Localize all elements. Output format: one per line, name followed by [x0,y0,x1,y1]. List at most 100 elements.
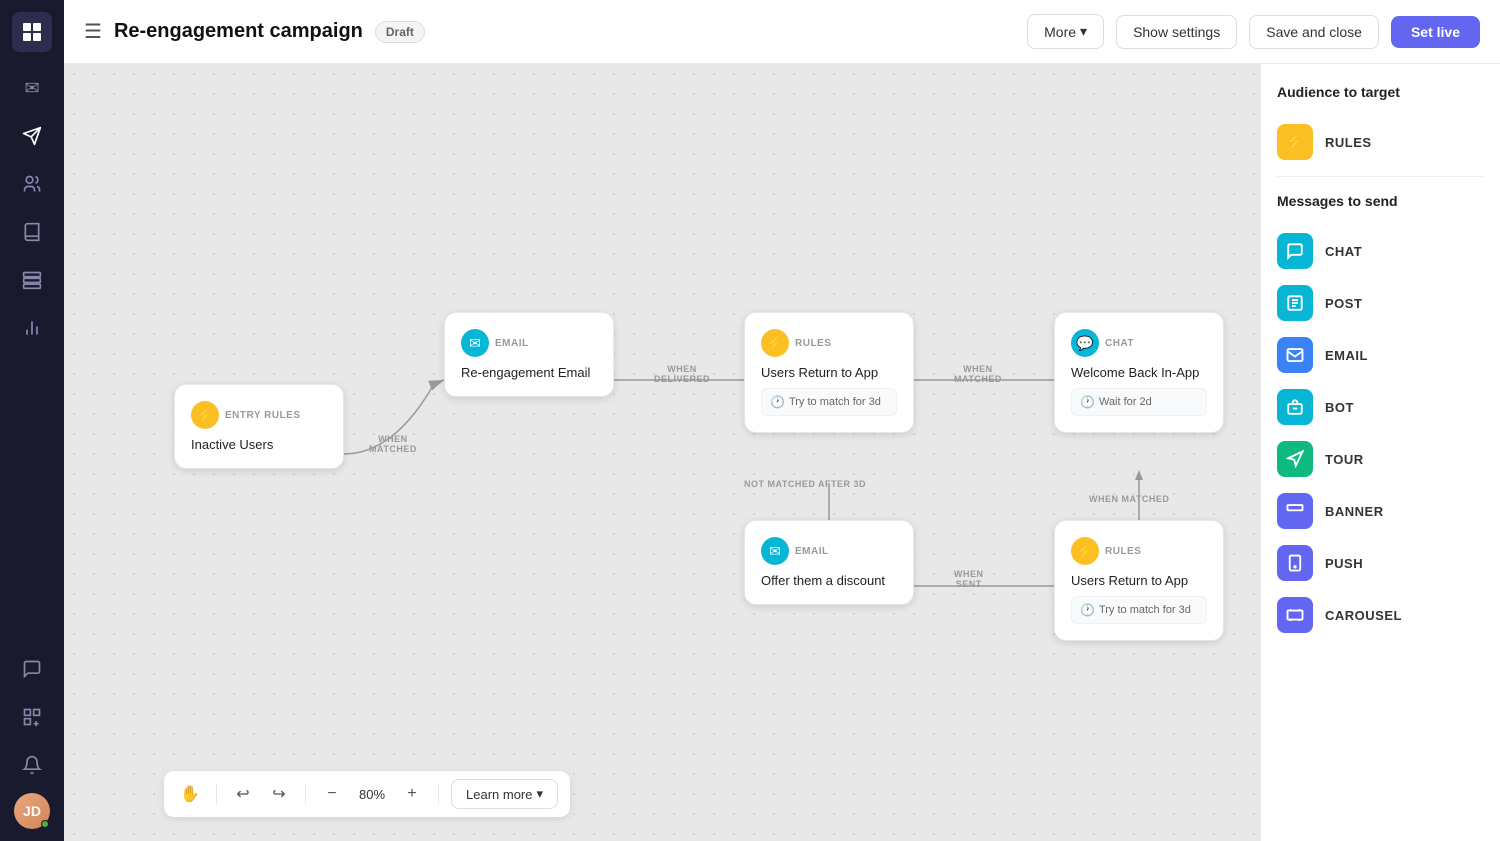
sidebar-bell-icon[interactable] [12,745,52,785]
rules1-icon: ⚡ [761,329,789,357]
chevron-down-icon-2: ▾ [536,786,543,802]
rules2-label: Users Return to App [1071,573,1207,588]
panel-chat-item[interactable]: CHAT [1277,225,1484,277]
chat-type-label: CHAT [1105,338,1134,349]
conn-when-matched-2: WHENMATCHED [954,364,1002,384]
panel-chat-icon [1277,233,1313,269]
node-entry-rules[interactable]: ⚡ ENTRY RULES Inactive Users [174,384,344,469]
user-avatar[interactable]: JD [14,793,50,829]
right-panel: Audience to target ⚡ RULES Messages to s… [1260,64,1500,841]
sidebar-grid-plus-icon[interactable] [12,697,52,737]
clock-icon-1: 🕐 [770,395,785,409]
panel-carousel-icon [1277,597,1313,633]
rules2-type-label: RULES [1105,546,1141,557]
email2-label: Offer them a discount [761,573,897,588]
node-entry-header: ⚡ ENTRY RULES [191,401,327,429]
page-title: Re-engagement campaign [114,20,363,43]
more-button[interactable]: More ▾ [1027,14,1104,49]
panel-bot-icon [1277,389,1313,425]
node-rules1[interactable]: ⚡ RULES Users Return to App 🕐 Try to mat… [744,312,914,433]
conn-when-sent: WHENSENT [954,569,984,589]
entry-icon: ⚡ [191,401,219,429]
chat-sub: 🕐 Wait for 2d [1071,388,1207,416]
node-email2[interactable]: ✉ EMAIL Offer them a discount [744,520,914,605]
sidebar-send-icon[interactable] [12,116,52,156]
messages-title: Messages to send [1277,193,1484,209]
zoom-level: 80% [354,787,390,802]
canvas-container: WHENMATCHED WHENDELIVERED WHENMATCHED NO… [64,64,1500,841]
panel-push-item[interactable]: PUSH [1277,537,1484,589]
sidebar-users-icon[interactable] [12,164,52,204]
chat-label: Welcome Back In-App [1071,365,1207,380]
chat-icon: 💬 [1071,329,1099,357]
zoom-controls: ✋ ↩ ↪ − 80% + Learn more ▾ [164,771,570,817]
conn-not-matched: NOT MATCHED AFTER 3D [744,479,866,489]
redo-button[interactable]: ↪ [265,780,293,808]
set-live-button[interactable]: Set live [1391,16,1480,48]
panel-rules-item[interactable]: ⚡ RULES [1277,116,1484,168]
sidebar-mail-icon[interactable]: ✉ [12,68,52,108]
node-rules2-header: ⚡ RULES [1071,537,1207,565]
panel-post-icon [1277,285,1313,321]
node-email1[interactable]: ✉ EMAIL Re-engagement Email [444,312,614,397]
show-settings-button[interactable]: Show settings [1116,15,1237,49]
email1-icon: ✉ [461,329,489,357]
node-rules1-header: ⚡ RULES [761,329,897,357]
app-logo[interactable] [12,12,52,52]
sidebar-layers-icon[interactable] [12,260,52,300]
panel-tour-item[interactable]: TOUR [1277,433,1484,485]
email2-icon: ✉ [761,537,789,565]
rules2-sub: 🕐 Try to match for 3d [1071,596,1207,624]
panel-push-label: PUSH [1325,556,1363,571]
panel-banner-icon [1277,493,1313,529]
draft-badge: Draft [375,21,425,43]
node-email2-header: ✉ EMAIL [761,537,897,565]
sidebar-chart-icon[interactable] [12,308,52,348]
node-chat-header: 💬 CHAT [1071,329,1207,357]
panel-email-label: EMAIL [1325,348,1368,363]
zoom-out-button[interactable]: − [318,780,346,808]
conn-when-matched-3: WHEN MATCHED [1089,494,1169,504]
conn-when-delivered: WHENDELIVERED [654,364,710,384]
menu-button[interactable]: ☰ [84,19,102,44]
panel-post-item[interactable]: POST [1277,277,1484,329]
clock-icon-2: 🕐 [1080,395,1095,409]
panel-push-icon [1277,545,1313,581]
rules1-label: Users Return to App [761,365,897,380]
undo-button[interactable]: ↩ [229,780,257,808]
flow-canvas[interactable]: WHENMATCHED WHENDELIVERED WHENMATCHED NO… [64,64,1260,841]
panel-bot-label: BOT [1325,400,1354,415]
panel-tour-icon [1277,441,1313,477]
rules2-icon: ⚡ [1071,537,1099,565]
panel-banner-item[interactable]: BANNER [1277,485,1484,537]
sidebar-book-icon[interactable] [12,212,52,252]
topbar: ☰ Re-engagement campaign Draft More ▾ Sh… [64,0,1500,64]
node-chat[interactable]: 💬 CHAT Welcome Back In-App 🕐 Wait for 2d [1054,312,1224,433]
panel-email-icon [1277,337,1313,373]
learn-more-button[interactable]: Learn more ▾ [451,779,558,809]
zoom-in-button[interactable]: + [398,780,426,808]
sidebar-message-icon[interactable] [12,649,52,689]
rules1-type-label: RULES [795,338,831,349]
panel-rules-icon: ⚡ [1277,124,1313,160]
panel-chat-label: CHAT [1325,244,1362,259]
entry-label: Inactive Users [191,437,327,452]
rules1-sub: 🕐 Try to match for 3d [761,388,897,416]
main-area: ☰ Re-engagement campaign Draft More ▾ Sh… [64,0,1500,841]
panel-tour-label: TOUR [1325,452,1364,467]
panel-carousel-item[interactable]: CAROUSEL [1277,589,1484,641]
node-rules2[interactable]: ⚡ RULES Users Return to App 🕐 Try to mat… [1054,520,1224,641]
panel-banner-label: BANNER [1325,504,1384,519]
panel-carousel-label: CAROUSEL [1325,608,1402,623]
email1-label: Re-engagement Email [461,365,597,380]
save-close-button[interactable]: Save and close [1249,15,1379,49]
conn-when-matched-1: WHENMATCHED [369,434,417,454]
panel-post-label: POST [1325,296,1362,311]
clock-icon-3: 🕐 [1080,603,1095,617]
email1-type-label: EMAIL [495,338,529,349]
panel-rules-label: RULES [1325,135,1372,150]
hand-tool-button[interactable]: ✋ [176,780,204,808]
panel-email-item[interactable]: EMAIL [1277,329,1484,381]
panel-bot-item[interactable]: BOT [1277,381,1484,433]
node-email1-header: ✉ EMAIL [461,329,597,357]
